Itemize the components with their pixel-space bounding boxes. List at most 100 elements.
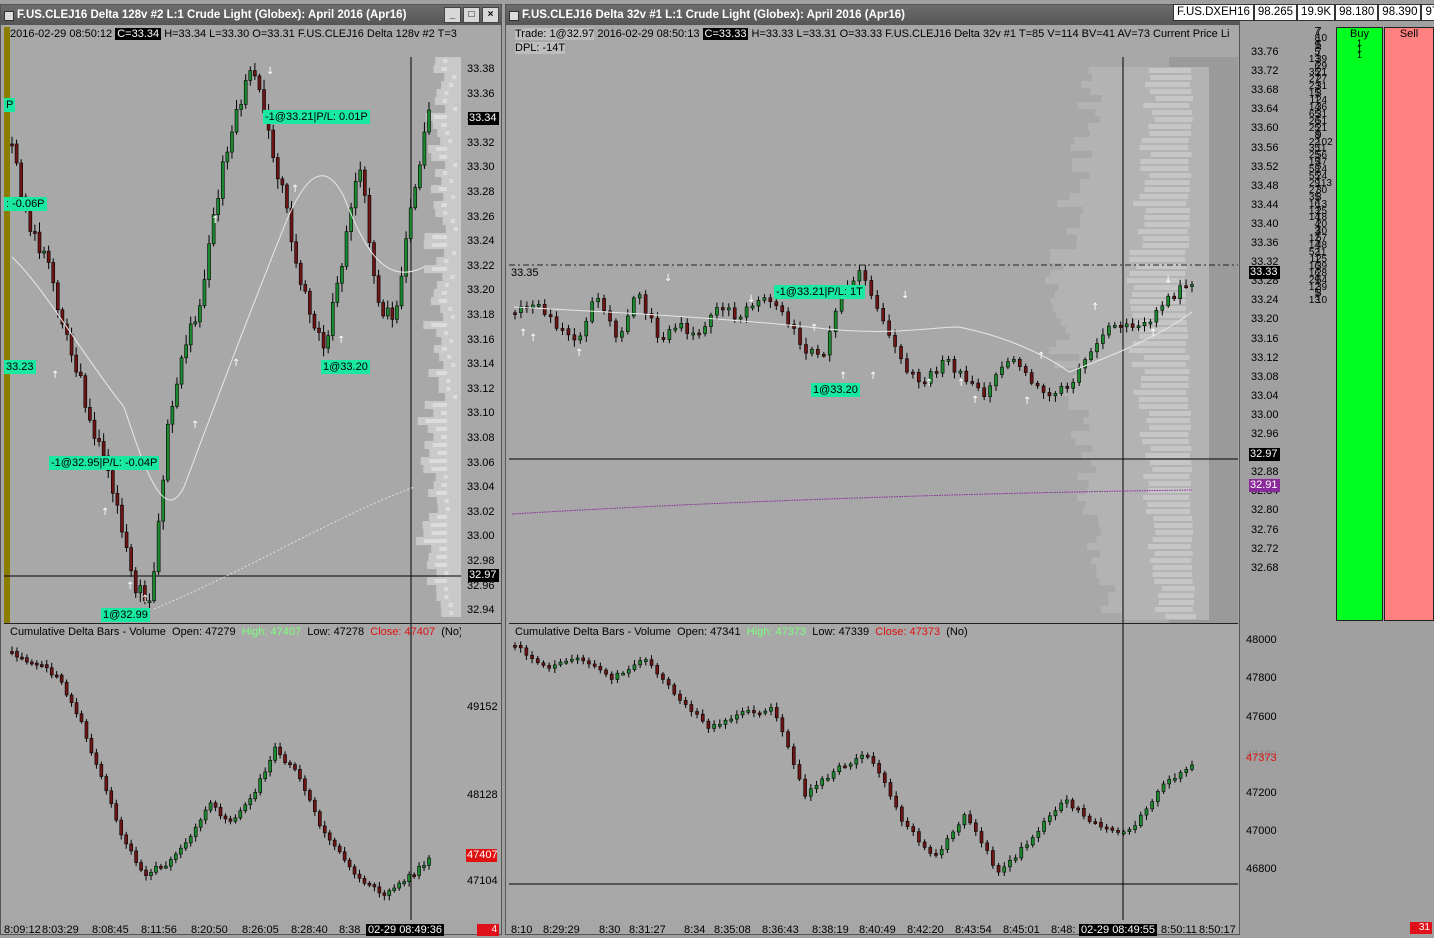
candle-body <box>317 327 321 333</box>
volume-profile-bar <box>1145 453 1190 458</box>
candle-body <box>649 659 654 666</box>
volume-profile-bar <box>1140 166 1189 171</box>
candle-body <box>542 304 547 315</box>
time-label: 8:43:54 <box>955 924 992 936</box>
left-window-titlebar[interactable]: F.US.CLEJ16 Delta 128v #2 L:1 Crude Ligh… <box>1 5 501 25</box>
volume-profile-bar <box>433 433 461 441</box>
candle-body <box>905 358 909 373</box>
volume-profile-bar <box>1139 145 1189 150</box>
left-price-axis[interactable]: 33.38 33.36 33.34 33.32 33.30 33.28 33.26 33.24… <box>461 27 501 623</box>
no-flag: (No) <box>441 626 463 638</box>
candle-body <box>179 357 184 385</box>
buy-column[interactable]: Buy 1 1 1 <box>1336 27 1383 621</box>
candle-body <box>1019 847 1024 859</box>
right-window-titlebar[interactable]: F.US.CLEJ16 Delta 32v #1 L:1 Crude Light… <box>506 5 1239 25</box>
candle-body <box>774 301 779 307</box>
maximize-button[interactable]: □ <box>463 7 480 23</box>
candle-body <box>536 304 541 307</box>
right-price-pane[interactable]: ↑ ↑ ↑ ↓ ↓ ↑ ↑ ↑ ↓ ↑ ↑ ↑ ↑ ↑ ↑ ↑ ↓ Trade: 1@32.97 2016-02… <box>509 27 1238 623</box>
volume-profile-bar <box>447 355 452 359</box>
volume-profile-bar <box>435 473 461 481</box>
quote-volume: 19.9K <box>1297 4 1336 21</box>
sell-column[interactable]: Sell <box>1384 27 1434 621</box>
volume-profile-bar <box>1143 103 1190 108</box>
candle-body <box>827 331 832 356</box>
candle-body <box>1065 386 1070 389</box>
candle-body <box>243 804 248 812</box>
candle-body <box>786 311 790 325</box>
right-delta-pane[interactable]: Cumulative Delta Bars - Volume Open: 473… <box>509 624 1238 920</box>
candle-body <box>604 669 608 675</box>
right-delta-axis[interactable]: 48000 47800 47600 47400 47200 47000 4680… <box>1240 623 1300 919</box>
quote-symbol[interactable]: F.US.DXEH16 <box>1173 4 1254 21</box>
candle-body <box>1006 361 1010 368</box>
candle-body <box>69 694 74 703</box>
candle-body <box>513 645 517 648</box>
trade-arrow-icon: ↑ <box>575 348 583 359</box>
candle-body <box>395 305 399 320</box>
left-time-axis[interactable]: 8:09:12 8:03:29 8:08:45 8:11:56 8:20:50 … <box>4 924 461 938</box>
minimize-button[interactable]: _ <box>444 7 461 23</box>
volume-profile-bar <box>1137 229 1188 234</box>
volume-profile-bar <box>1128 348 1185 353</box>
candle-body <box>1076 807 1081 811</box>
candle-body <box>399 275 404 307</box>
candle-body <box>968 814 972 824</box>
time-cursor-label: 02-29 08:49:55 <box>1079 924 1158 936</box>
candle-body <box>317 811 322 827</box>
volume-profile-bar <box>1044 277 1209 284</box>
volume-profile-bar <box>1149 411 1192 416</box>
candle-body <box>101 441 106 457</box>
candle-body <box>718 724 722 727</box>
time-label: 8:36:43 <box>762 924 799 936</box>
candle-body <box>661 337 666 340</box>
volume-profile-bar <box>436 491 447 495</box>
trade-arrow-icon: ↑ <box>1037 351 1045 362</box>
volume-profile-bar <box>431 531 447 535</box>
left-chart-info: 2016-02-29 08:50:12 C=33.34 H=33.34 L=33… <box>10 28 457 40</box>
time-label: 8:11:56 <box>141 924 177 936</box>
candle-body <box>170 406 175 425</box>
candle-body <box>46 250 51 263</box>
trade-tag: : -0.06P <box>4 197 47 211</box>
candle-body <box>958 370 963 374</box>
delta-title: Cumulative Delta Bars - Volume <box>10 626 166 638</box>
volume-profile-bar <box>1131 292 1186 297</box>
trade-arrow-icon: ↓ <box>664 273 672 284</box>
volume-profile-bar <box>1144 355 1190 360</box>
volume-profile-bar <box>445 225 461 233</box>
candle-body <box>138 585 143 594</box>
candle-body <box>321 332 326 349</box>
volume-profile-bar <box>453 227 458 231</box>
close-button[interactable]: × <box>482 7 499 23</box>
candle-body <box>564 660 569 664</box>
right-time-axis[interactable]: 8:10 8:29:29 8:30 8:31:27 8:34 8:35:08 8… <box>509 924 1238 938</box>
candle-body <box>88 407 92 421</box>
volume-profile-bar <box>1139 334 1189 339</box>
candle-body <box>207 243 211 280</box>
left-delta-pane[interactable]: Cumulative Delta Bars - Volume Open: 472… <box>4 624 463 920</box>
candle-body <box>746 710 751 713</box>
candle-body <box>952 359 957 373</box>
candle-body <box>184 344 188 359</box>
left-price-pane[interactable]: ↑ ↑ ↑ ↑ ↑ ↑ ↓ ↑ ↑ ↑ 2016-02-29 08:50:12 C=33.34 H… <box>4 27 461 623</box>
left-info-close: C=33.34 <box>115 28 162 40</box>
trade-arrow-icon: ↑ <box>810 323 818 334</box>
price-tick: 33.28 <box>467 186 495 198</box>
candle-body <box>706 720 711 729</box>
candle-body <box>109 790 114 804</box>
candle-body <box>655 665 660 675</box>
left-delta-axis[interactable]: 49152 48128 47104 47407 <box>461 624 501 920</box>
volume-profile-bar <box>436 89 461 97</box>
volume-profile-bar <box>1154 117 1193 122</box>
candle-body <box>15 651 19 658</box>
candle-body <box>308 790 312 801</box>
candle-body <box>402 881 406 884</box>
time-label: 8:09:12 <box>4 924 41 936</box>
volume-profile-bar <box>1158 593 1194 598</box>
left-price-chart: ↑ ↑ ↑ ↑ ↑ ↑ ↓ ↑ ↑ ↑ <box>4 27 461 623</box>
candle-body <box>620 331 624 338</box>
candle-body <box>303 778 307 791</box>
volume-profile-bar <box>1154 551 1193 556</box>
candle-body <box>202 279 207 306</box>
